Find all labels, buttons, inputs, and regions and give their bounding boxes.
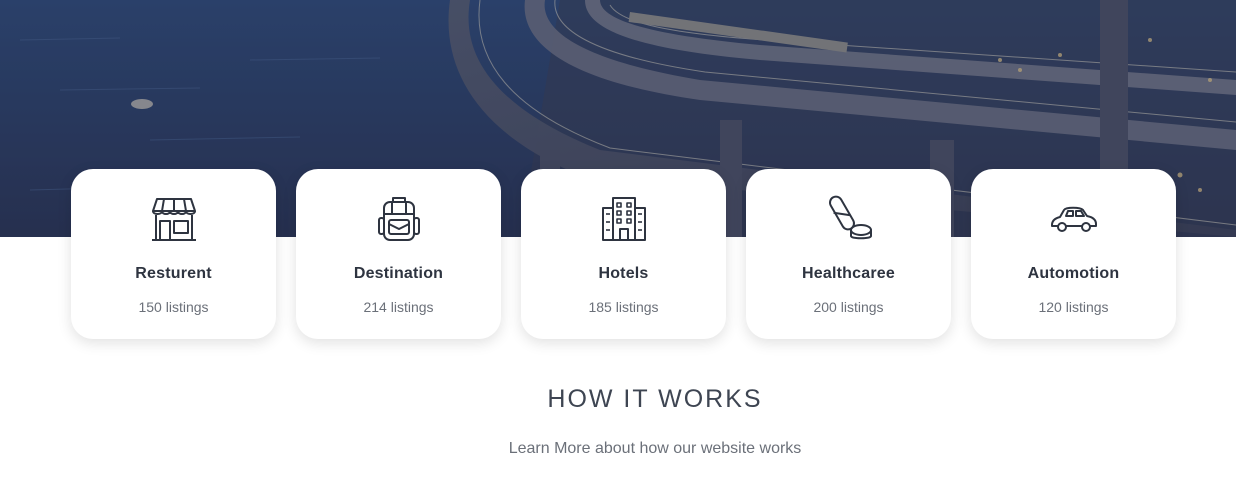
category-count: 214 listings <box>363 299 434 315</box>
category-count: 185 listings <box>588 299 659 315</box>
section-heading: HOW IT WORKS <box>547 385 763 413</box>
hotel-building-icon <box>599 194 649 244</box>
category-card-restaurant[interactable]: Resturent 150 listings <box>71 169 276 339</box>
category-count: 120 listings <box>1038 299 1109 315</box>
category-card-hotels[interactable]: Hotels 185 listings <box>521 169 726 339</box>
category-count: 150 listings <box>138 299 209 315</box>
pill-icon <box>824 194 874 244</box>
section-subtitle: Learn More about how our website works <box>508 440 802 457</box>
category-title: Resturent <box>135 265 212 282</box>
category-title: Hotels <box>598 265 649 282</box>
how-it-works-section: HOW IT WORKS Learn More about how our we… <box>0 385 1236 458</box>
category-title: Destination <box>353 265 444 282</box>
category-card-automotion[interactable]: Automotion 120 listings <box>971 169 1176 339</box>
store-icon <box>149 194 199 244</box>
category-count: 200 listings <box>813 299 884 315</box>
category-card-healthcare[interactable]: Healthcaree 200 listings <box>746 169 951 339</box>
backpack-icon <box>374 194 424 244</box>
category-card-destination[interactable]: Destination 214 listings <box>296 169 501 339</box>
car-icon <box>1049 194 1099 244</box>
category-title: Automotion <box>1027 265 1120 282</box>
category-title: Healthcaree <box>802 265 895 282</box>
category-cards: Resturent 150 listings Destination 214 l… <box>71 169 1176 339</box>
